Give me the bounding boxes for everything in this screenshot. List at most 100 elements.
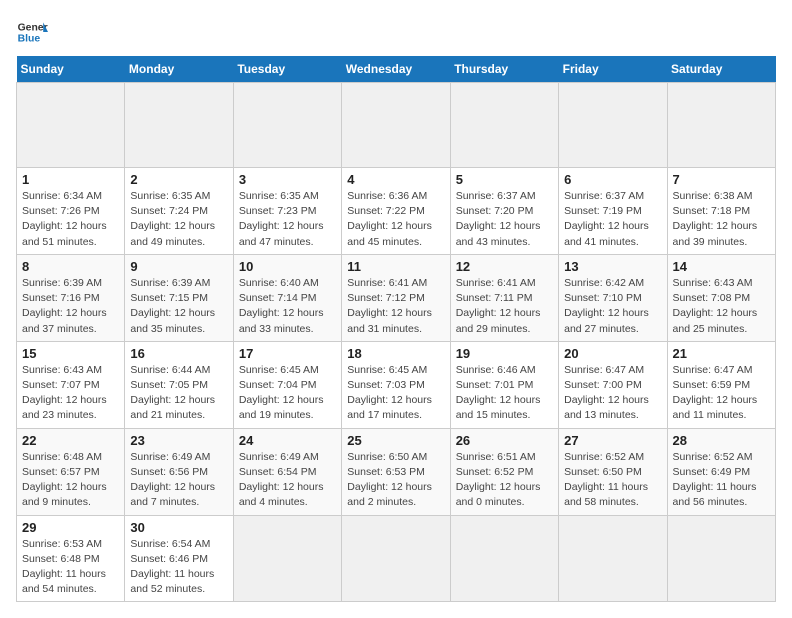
calendar-cell: 3 Sunrise: 6:35 AMSunset: 7:23 PMDaylight…: [233, 168, 341, 255]
day-number: 12: [456, 259, 553, 274]
day-number: 17: [239, 346, 336, 361]
cell-content: Sunrise: 6:52 AMSunset: 6:50 PMDaylight:…: [564, 451, 648, 509]
day-number: 13: [564, 259, 661, 274]
day-number: 20: [564, 346, 661, 361]
calendar-cell: 25 Sunrise: 6:50 AMSunset: 6:53 PMDayligh…: [342, 428, 450, 515]
day-number: 23: [130, 433, 227, 448]
cell-content: Sunrise: 6:39 AMSunset: 7:16 PMDaylight:…: [22, 277, 107, 335]
col-monday: Monday: [125, 56, 233, 83]
day-number: 19: [456, 346, 553, 361]
cell-content: Sunrise: 6:48 AMSunset: 6:57 PMDaylight:…: [22, 451, 107, 509]
calendar-cell: 1Sunrise: 6:34 AMSunset: 7:26 PMDaylight…: [17, 168, 125, 255]
cell-content: Sunrise: 6:46 AMSunset: 7:01 PMDaylight:…: [456, 364, 541, 422]
calendar-cell: [17, 83, 125, 168]
day-number: 3: [239, 172, 336, 187]
cell-content: Sunrise: 6:42 AMSunset: 7:10 PMDaylight:…: [564, 277, 649, 335]
col-friday: Friday: [559, 56, 667, 83]
cell-content: Sunrise: 6:34 AMSunset: 7:26 PMDaylight:…: [22, 190, 107, 248]
cell-content: Sunrise: 6:45 AMSunset: 7:03 PMDaylight:…: [347, 364, 432, 422]
day-number: 16: [130, 346, 227, 361]
calendar-cell: 26Sunrise: 6:51 AMSunset: 6:52 PMDayligh…: [450, 428, 558, 515]
day-number: 15: [22, 346, 119, 361]
calendar-cell: [233, 83, 341, 168]
cell-content: Sunrise: 6:49 AMSunset: 6:56 PMDaylight:…: [130, 451, 215, 509]
cell-content: Sunrise: 6:45 AMSunset: 7:04 PMDaylight:…: [239, 364, 324, 422]
day-number: 18: [347, 346, 444, 361]
cell-content: Sunrise: 6:43 AMSunset: 7:07 PMDaylight:…: [22, 364, 107, 422]
cell-content: Sunrise: 6:35 AMSunset: 7:24 PMDaylight:…: [130, 190, 215, 248]
day-number: 30: [130, 520, 227, 535]
calendar-cell: 20Sunrise: 6:47 AMSunset: 7:00 PMDayligh…: [559, 341, 667, 428]
cell-content: Sunrise: 6:52 AMSunset: 6:49 PMDaylight:…: [673, 451, 757, 509]
day-number: 8: [22, 259, 119, 274]
day-number: 27: [564, 433, 661, 448]
calendar-cell: [559, 83, 667, 168]
day-number: 21: [673, 346, 770, 361]
cell-content: Sunrise: 6:35 AMSunset: 7:23 PMDaylight:…: [239, 190, 324, 248]
col-wednesday: Wednesday: [342, 56, 450, 83]
week-row-2: 8 Sunrise: 6:39 AMSunset: 7:16 PMDaylight…: [17, 254, 776, 341]
calendar-cell: [450, 83, 558, 168]
cell-content: Sunrise: 6:53 AMSunset: 6:48 PMDaylight:…: [22, 538, 106, 596]
svg-text:Blue: Blue: [18, 34, 41, 45]
day-number: 10: [239, 259, 336, 274]
cell-content: Sunrise: 6:37 AMSunset: 7:20 PMDaylight:…: [456, 190, 541, 248]
day-number: 22: [22, 433, 119, 448]
calendar-cell: 9 Sunrise: 6:39 AMSunset: 7:15 PMDaylight…: [125, 254, 233, 341]
col-tuesday: Tuesday: [233, 56, 341, 83]
logo-icon: General Blue: [16, 16, 48, 48]
calendar-cell: 12 Sunrise: 6:41 AMSunset: 7:11 PMDayligh…: [450, 254, 558, 341]
calendar-cell: 22 Sunrise: 6:48 AMSunset: 6:57 PMDayligh…: [17, 428, 125, 515]
calendar-cell: [559, 515, 667, 602]
cell-content: Sunrise: 6:38 AMSunset: 7:18 PMDaylight:…: [673, 190, 758, 248]
calendar-header-row: SundayMondayTuesdayWednesdayThursdayFrid…: [17, 56, 776, 83]
week-row-3: 15 Sunrise: 6:43 AMSunset: 7:07 PMDayligh…: [17, 341, 776, 428]
calendar-cell: 15 Sunrise: 6:43 AMSunset: 7:07 PMDayligh…: [17, 341, 125, 428]
week-row-4: 22 Sunrise: 6:48 AMSunset: 6:57 PMDayligh…: [17, 428, 776, 515]
calendar-cell: 27 Sunrise: 6:52 AMSunset: 6:50 PMDayligh…: [559, 428, 667, 515]
day-number: 6: [564, 172, 661, 187]
day-number: 7: [673, 172, 770, 187]
day-number: 29: [22, 520, 119, 535]
week-row-0: [17, 83, 776, 168]
calendar-cell: 7 Sunrise: 6:38 AMSunset: 7:18 PMDaylight…: [667, 168, 775, 255]
calendar-cell: 17 Sunrise: 6:45 AMSunset: 7:04 PMDayligh…: [233, 341, 341, 428]
page-header: General Blue: [16, 16, 776, 48]
cell-content: Sunrise: 6:50 AMSunset: 6:53 PMDaylight:…: [347, 451, 432, 509]
calendar-cell: [450, 515, 558, 602]
cell-content: Sunrise: 6:39 AMSunset: 7:15 PMDaylight:…: [130, 277, 215, 335]
cell-content: Sunrise: 6:49 AMSunset: 6:54 PMDaylight:…: [239, 451, 324, 509]
cell-content: Sunrise: 6:44 AMSunset: 7:05 PMDaylight:…: [130, 364, 215, 422]
col-thursday: Thursday: [450, 56, 558, 83]
calendar-cell: 24 Sunrise: 6:49 AMSunset: 6:54 PMDayligh…: [233, 428, 341, 515]
cell-content: Sunrise: 6:36 AMSunset: 7:22 PMDaylight:…: [347, 190, 432, 248]
day-number: 25: [347, 433, 444, 448]
calendar-cell: [667, 515, 775, 602]
day-number: 9: [130, 259, 227, 274]
calendar-cell: [667, 83, 775, 168]
day-number: 28: [673, 433, 770, 448]
calendar-cell: 14Sunrise: 6:43 AMSunset: 7:08 PMDayligh…: [667, 254, 775, 341]
calendar-cell: 29 Sunrise: 6:53 AMSunset: 6:48 PMDayligh…: [17, 515, 125, 602]
cell-content: Sunrise: 6:37 AMSunset: 7:19 PMDaylight:…: [564, 190, 649, 248]
cell-content: Sunrise: 6:43 AMSunset: 7:08 PMDaylight:…: [673, 277, 758, 335]
logo: General Blue: [16, 16, 52, 48]
calendar-cell: 10Sunrise: 6:40 AMSunset: 7:14 PMDayligh…: [233, 254, 341, 341]
calendar-cell: 19 Sunrise: 6:46 AMSunset: 7:01 PMDayligh…: [450, 341, 558, 428]
calendar-cell: 18 Sunrise: 6:45 AMSunset: 7:03 PMDayligh…: [342, 341, 450, 428]
week-row-5: 29 Sunrise: 6:53 AMSunset: 6:48 PMDayligh…: [17, 515, 776, 602]
calendar-cell: 28 Sunrise: 6:52 AMSunset: 6:49 PMDayligh…: [667, 428, 775, 515]
col-sunday: Sunday: [17, 56, 125, 83]
calendar-table: SundayMondayTuesdayWednesdayThursdayFrid…: [16, 56, 776, 602]
day-number: 11: [347, 259, 444, 274]
day-number: 26: [456, 433, 553, 448]
cell-content: Sunrise: 6:41 AMSunset: 7:12 PMDaylight:…: [347, 277, 432, 335]
calendar-cell: [125, 83, 233, 168]
week-row-1: 1Sunrise: 6:34 AMSunset: 7:26 PMDaylight…: [17, 168, 776, 255]
cell-content: Sunrise: 6:54 AMSunset: 6:46 PMDaylight:…: [130, 538, 214, 596]
col-saturday: Saturday: [667, 56, 775, 83]
cell-content: Sunrise: 6:41 AMSunset: 7:11 PMDaylight:…: [456, 277, 541, 335]
calendar-cell: 5Sunrise: 6:37 AMSunset: 7:20 PMDaylight…: [450, 168, 558, 255]
day-number: 24: [239, 433, 336, 448]
calendar-cell: 11 Sunrise: 6:41 AMSunset: 7:12 PMDayligh…: [342, 254, 450, 341]
